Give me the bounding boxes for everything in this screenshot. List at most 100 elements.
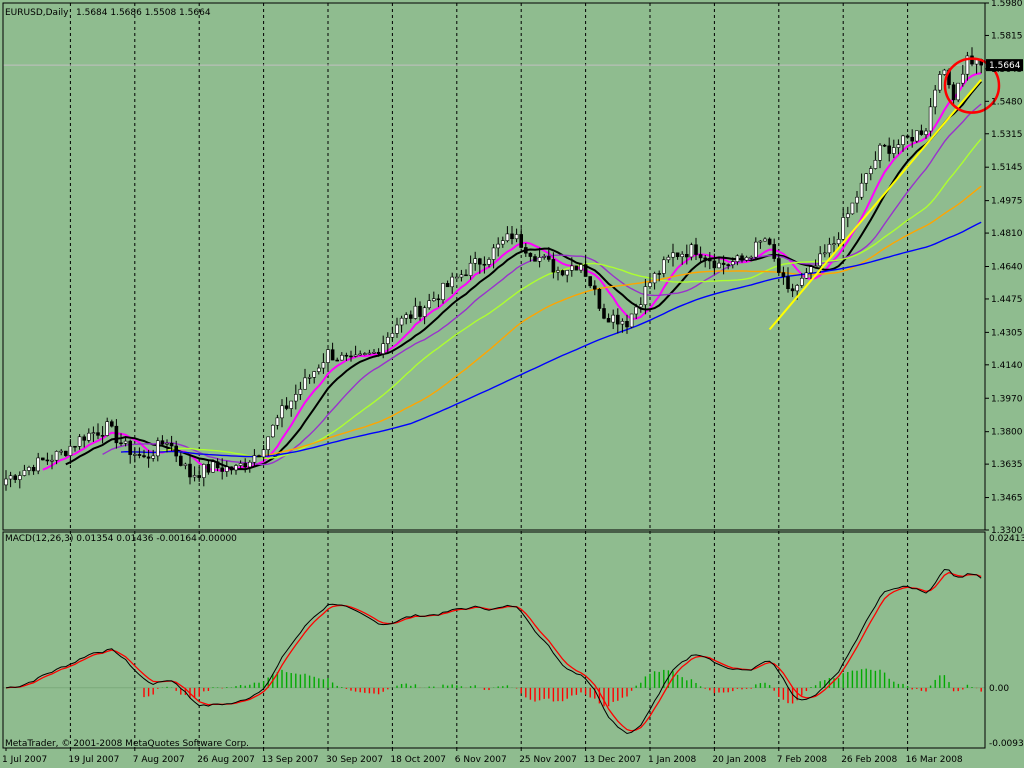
candle-body (533, 256, 537, 262)
candle-body (459, 274, 464, 278)
candle-body (537, 257, 542, 262)
candle-body (362, 353, 367, 355)
time-tick-label: 7 Feb 2008 (777, 755, 828, 765)
candle-body (390, 333, 395, 338)
time-tick-label: 30 Sep 2007 (326, 755, 383, 765)
candle-body (133, 454, 137, 456)
candle-body (316, 367, 321, 372)
candle-body (261, 449, 266, 458)
candle-body (855, 196, 859, 204)
candle-body (905, 135, 910, 138)
candle-body (197, 475, 201, 478)
candle-body (8, 475, 13, 480)
candle-body (735, 255, 740, 262)
candle-body (845, 213, 850, 218)
candle-body (54, 451, 59, 461)
candle-body (859, 182, 864, 198)
candle-body (220, 467, 224, 472)
candle-body (307, 376, 312, 379)
price-tick-label: 1.3970 (991, 394, 1023, 404)
time-tick-label: 13 Dec 2007 (584, 755, 642, 765)
candle-body (583, 264, 588, 277)
candle-body (910, 136, 915, 142)
candle-body (257, 455, 261, 458)
candle-body (376, 351, 381, 354)
candle-body (758, 240, 763, 243)
candle-body (523, 247, 528, 254)
candle-body (795, 285, 800, 292)
price-tick-label: 1.4305 (991, 328, 1023, 338)
candle-body (740, 255, 744, 261)
time-tick-label: 16 Mar 2008 (906, 755, 963, 765)
candle-body (606, 318, 611, 323)
candle-body (556, 270, 560, 273)
candle-body (339, 354, 344, 361)
candle-body (266, 436, 271, 451)
candle-body (560, 270, 565, 276)
candle-body (956, 82, 961, 101)
candle-body (399, 317, 404, 326)
candle-body (64, 450, 68, 456)
candle-body (431, 298, 436, 302)
candle-body (367, 352, 372, 355)
candle-body (270, 424, 275, 438)
candle-body (753, 241, 758, 258)
candle-body (924, 130, 928, 135)
candle-body (82, 436, 86, 441)
candle-body (96, 432, 100, 436)
candle-body (786, 276, 790, 290)
candle-body (813, 265, 818, 268)
price-tick-label: 1.5315 (991, 130, 1023, 140)
chart-window[interactable]: 1.59801.58151.56451.54801.53151.51451.49… (0, 0, 1024, 768)
candle-body (749, 256, 754, 259)
candle-body (142, 455, 146, 458)
candle-body (970, 55, 974, 65)
candle-body (450, 276, 455, 288)
candle-body (284, 405, 289, 409)
candle-body (192, 475, 197, 478)
candle-body (804, 272, 809, 279)
candle-body (818, 253, 823, 267)
candle-body (243, 463, 247, 468)
macd-tick-label: 0.00 (989, 684, 1009, 694)
candle-body (165, 442, 169, 445)
candle-body (772, 244, 777, 259)
candle-body (381, 343, 386, 354)
price-chart-canvas[interactable]: 1.59801.58151.56451.54801.53151.51451.49… (0, 0, 1024, 768)
candle-body (703, 257, 708, 260)
candle-body (179, 455, 183, 466)
candle-body (31, 467, 36, 472)
candle-body (684, 253, 689, 258)
candle-body (864, 173, 869, 184)
time-tick-label: 1 Jul 2007 (2, 755, 47, 765)
price-tick-label: 1.5145 (991, 163, 1023, 173)
candle-body (160, 440, 165, 445)
candle-body (293, 394, 298, 402)
candle-body (620, 321, 625, 325)
candle-body (565, 270, 570, 276)
candle-body (832, 243, 836, 246)
candle-body (579, 264, 583, 271)
candle-body (767, 238, 772, 245)
candle-body (611, 314, 616, 323)
price-tick-label: 1.3800 (991, 428, 1023, 438)
candle-body (123, 440, 128, 444)
candle-body (119, 442, 123, 445)
candle-body (326, 349, 330, 363)
candle-body (312, 371, 317, 378)
candle-body (675, 252, 680, 258)
candle-body (36, 457, 41, 472)
candle-body (335, 359, 340, 362)
ohlc-readout: 1.5684 1.5686 1.5508 1.5664 (76, 8, 211, 18)
candle-body (349, 355, 353, 358)
candle-body (40, 457, 45, 461)
candle-body (4, 478, 8, 486)
candle-body (110, 421, 114, 427)
price-tick-label: 1.4810 (991, 229, 1023, 239)
candle-body (13, 475, 17, 480)
candle-body (183, 463, 188, 466)
chart-title: EURUSD,Daily (5, 8, 69, 18)
price-tick-label: 1.5815 (991, 31, 1023, 41)
candle-body (128, 440, 132, 455)
candle-body (528, 252, 533, 257)
